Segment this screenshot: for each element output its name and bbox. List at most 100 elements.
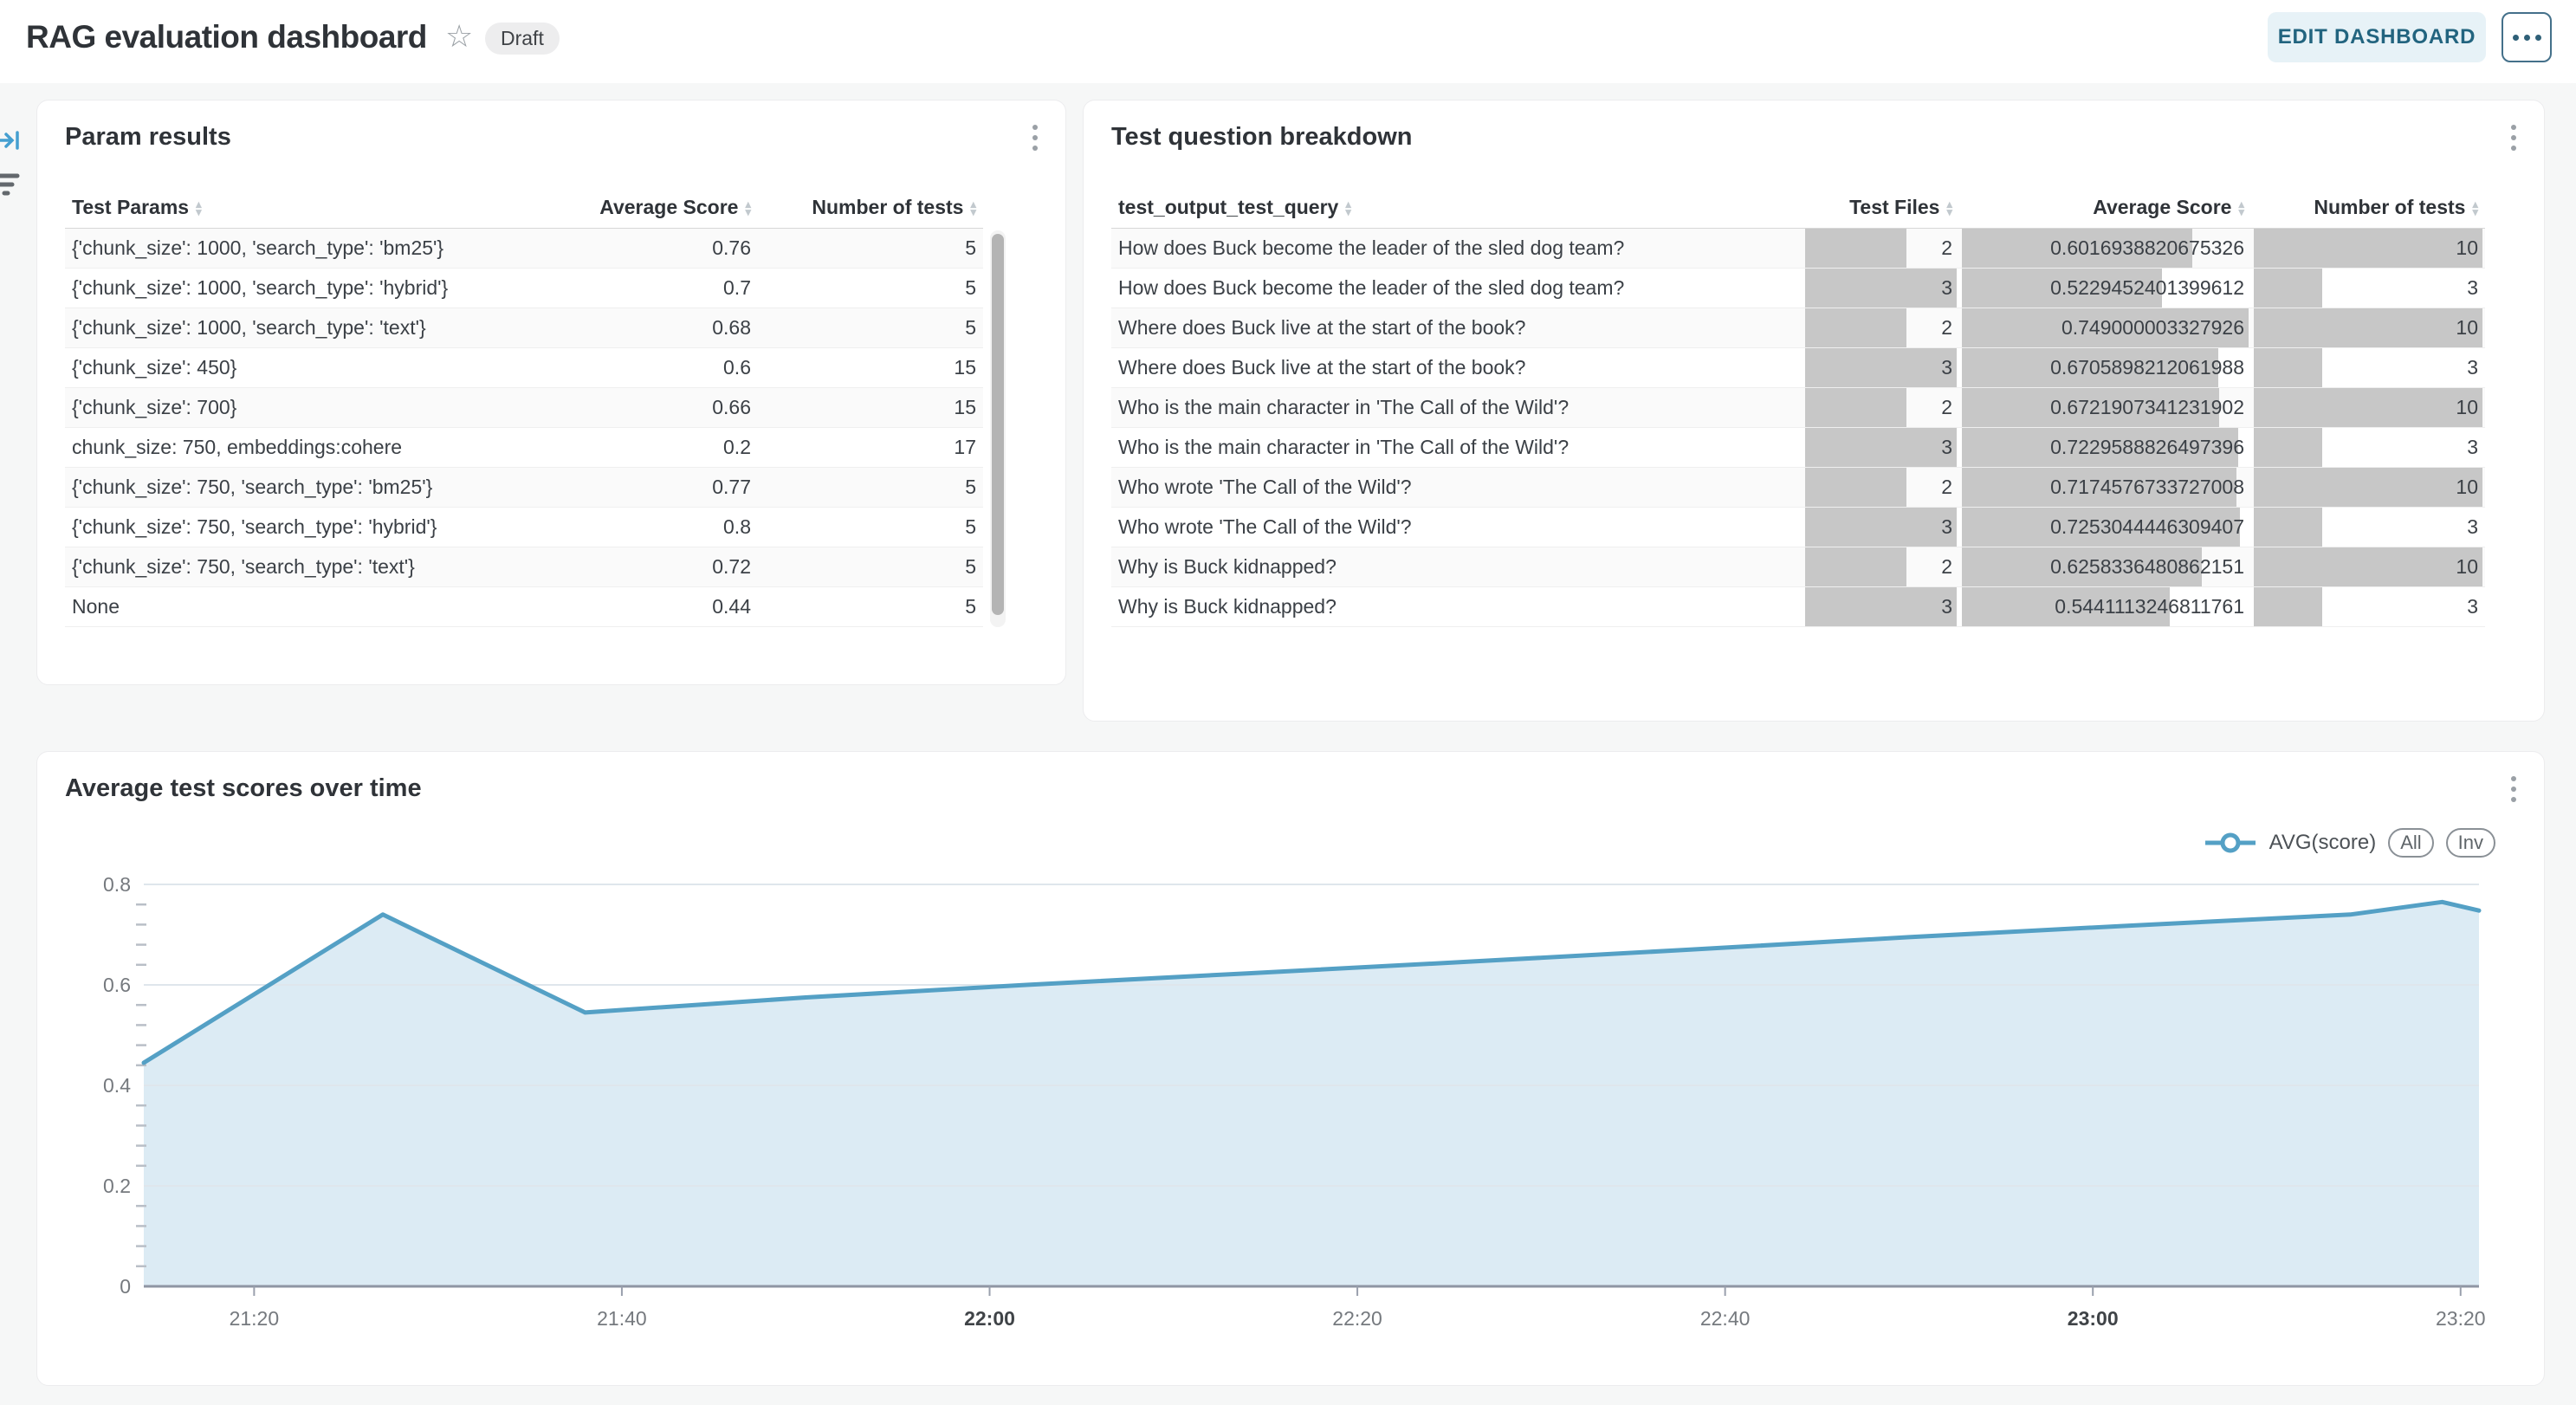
- table-cell: 0.6: [585, 348, 758, 387]
- card-title: Test question breakdown: [1111, 123, 1413, 152]
- table-cell: 15: [758, 388, 983, 427]
- table-row[interactable]: None0.445: [65, 587, 983, 627]
- table-cell: 0.7: [585, 269, 758, 308]
- cell-value: 3: [2467, 515, 2478, 539]
- table-cell: 0.6016938820675326: [1959, 229, 2251, 268]
- cell-value: 5: [965, 276, 976, 300]
- question-breakdown-table: test_output_test_query▴▾Test Files▴▾Aver…: [1111, 187, 2485, 627]
- table-cell: How does Buck become the leader of the s…: [1111, 269, 1803, 308]
- minibar: [2254, 269, 2322, 308]
- table-row[interactable]: {'chunk_size': 450}0.6 15: [65, 348, 983, 388]
- column-header[interactable]: Test Files▴▾: [1803, 196, 1959, 219]
- table-row[interactable]: chunk_size: 750, embeddings:cohere 0.217: [65, 428, 983, 468]
- table-row[interactable]: {'chunk_size': 750, 'search_type': 'hybr…: [65, 508, 983, 547]
- card-menu-icon[interactable]: [1029, 121, 1041, 154]
- card-menu-icon[interactable]: [2508, 121, 2520, 154]
- table-cell: Who wrote 'The Call of the Wild'?: [1111, 508, 1803, 547]
- cell-value: 0.5441113246811761: [2055, 595, 2244, 618]
- table-cell: 2: [1803, 547, 1959, 586]
- column-header[interactable]: Number of tests▴▾: [758, 196, 983, 219]
- table-cell: 0.7253044446309407: [1959, 508, 2251, 547]
- cell-value: Why is Buck kidnapped?: [1118, 555, 1337, 579]
- table-cell: 0.6721907341231902: [1959, 388, 2251, 427]
- table-cell: 3: [1803, 508, 1959, 547]
- cell-value: 0.7: [723, 276, 751, 300]
- svg-text:23:00: 23:00: [2068, 1307, 2119, 1330]
- table-row[interactable]: {'chunk_size': 1000, 'search_type': 'tex…: [65, 308, 983, 348]
- table-row[interactable]: Who wrote 'The Call of the Wild'?20.7174…: [1111, 468, 2485, 508]
- minibar: [1805, 547, 1906, 586]
- star-outline-icon[interactable]: ☆: [445, 21, 473, 52]
- cell-value: Who is the main character in 'The Call o…: [1118, 436, 1569, 459]
- table-cell: 17: [758, 428, 983, 467]
- cell-value: 5: [965, 555, 976, 579]
- table-row[interactable]: Where does Buck live at the start of the…: [1111, 348, 2485, 388]
- minibar: [2254, 388, 2482, 427]
- cell-value: {'chunk_size': 750, 'search_type': 'bm25…: [72, 476, 432, 499]
- cell-value: 10: [2456, 316, 2478, 340]
- table-row[interactable]: Who is the main character in 'The Call o…: [1111, 388, 2485, 428]
- cell-value: 3: [1941, 356, 1952, 379]
- chart-area: [144, 902, 2479, 1286]
- expand-sidebar-icon[interactable]: [0, 128, 21, 157]
- column-header-label: Average Score: [2093, 196, 2231, 219]
- minibar: [2254, 508, 2322, 547]
- table-row[interactable]: {'chunk_size': 700}0.6615: [65, 388, 983, 428]
- table-cell: 10: [2251, 308, 2485, 347]
- table-cell: Who wrote 'The Call of the Wild'?: [1111, 468, 1803, 507]
- column-header-label: test_output_test_query: [1118, 196, 1338, 219]
- cell-value: None: [72, 595, 120, 618]
- minibar: [1805, 508, 1957, 547]
- table-row[interactable]: Why is Buck kidnapped?30.544111324681176…: [1111, 587, 2485, 627]
- filter-icon[interactable]: [0, 172, 21, 202]
- table-cell: 5: [758, 547, 983, 586]
- table-row[interactable]: Where does Buck live at the start of the…: [1111, 308, 2485, 348]
- cell-value: How does Buck become the leader of the s…: [1118, 276, 1624, 300]
- cell-value: chunk_size: 750, embeddings:cohere: [72, 436, 402, 459]
- table-row[interactable]: Who is the main character in 'The Call o…: [1111, 428, 2485, 468]
- table-row[interactable]: Why is Buck kidnapped?20.625833648086215…: [1111, 547, 2485, 587]
- column-header[interactable]: Average Score▴▾: [1959, 196, 2251, 219]
- table-cell: Why is Buck kidnapped?: [1111, 547, 1803, 586]
- table-cell: {'chunk_size': 450}: [65, 348, 585, 387]
- column-header[interactable]: test_output_test_query▴▾: [1111, 196, 1803, 219]
- table-row[interactable]: Who wrote 'The Call of the Wild'?30.7253…: [1111, 508, 2485, 547]
- cell-value: 0.6705898212061988: [2050, 356, 2244, 379]
- more-options-button[interactable]: [2502, 12, 2552, 62]
- table-row[interactable]: How does Buck become the leader of the s…: [1111, 269, 2485, 308]
- sort-icon: ▴▾: [196, 200, 202, 216]
- sort-icon: ▴▾: [2472, 200, 2478, 216]
- table-cell: 0.2: [585, 428, 758, 467]
- minibar: [1805, 229, 1906, 268]
- status-badge: Draft: [485, 23, 560, 55]
- svg-text:22:20: 22:20: [1332, 1307, 1382, 1330]
- cell-value: 0.66: [712, 396, 751, 419]
- column-header[interactable]: Average Score▴▾: [585, 196, 758, 219]
- table-row[interactable]: {'chunk_size': 1000, 'search_type': 'bm2…: [65, 229, 983, 269]
- cell-value: Who wrote 'The Call of the Wild'?: [1118, 515, 1412, 539]
- minibar: [1805, 308, 1906, 347]
- table-cell: {'chunk_size': 1000, 'search_type': 'tex…: [65, 308, 585, 347]
- sort-icon: ▴▾: [970, 200, 976, 216]
- table-row[interactable]: {'chunk_size': 750, 'search_type': 'bm25…: [65, 468, 983, 508]
- column-header[interactable]: Number of tests▴▾: [2251, 196, 2485, 219]
- table-cell: 2: [1803, 308, 1959, 347]
- table-row[interactable]: How does Buck become the leader of the s…: [1111, 229, 2485, 269]
- cell-value: Why is Buck kidnapped?: [1118, 595, 1337, 618]
- table-row[interactable]: {'chunk_size': 750, 'search_type': 'text…: [65, 547, 983, 587]
- scrollbar-thumb[interactable]: [992, 234, 1004, 615]
- table-cell: 0.66: [585, 388, 758, 427]
- cell-value: 15: [954, 356, 976, 379]
- table-cell: 0.72: [585, 547, 758, 586]
- cell-value: Who is the main character in 'The Call o…: [1118, 396, 1569, 419]
- table-cell: {'chunk_size': 750, 'search_type': 'hybr…: [65, 508, 585, 547]
- table-scrollbar[interactable]: [990, 230, 1006, 627]
- table-row[interactable]: {'chunk_size': 1000, 'search_type': 'hyb…: [65, 269, 983, 308]
- cell-value: 3: [1941, 276, 1952, 300]
- table-cell: 0.749000003327926: [1959, 308, 2251, 347]
- minibar: [1805, 348, 1957, 387]
- column-header[interactable]: Test Params▴▾: [65, 196, 585, 219]
- edit-dashboard-button[interactable]: EDIT DASHBOARD: [2268, 12, 2486, 62]
- cell-value: 3: [1941, 436, 1952, 459]
- table-cell: Where does Buck live at the start of the…: [1111, 348, 1803, 387]
